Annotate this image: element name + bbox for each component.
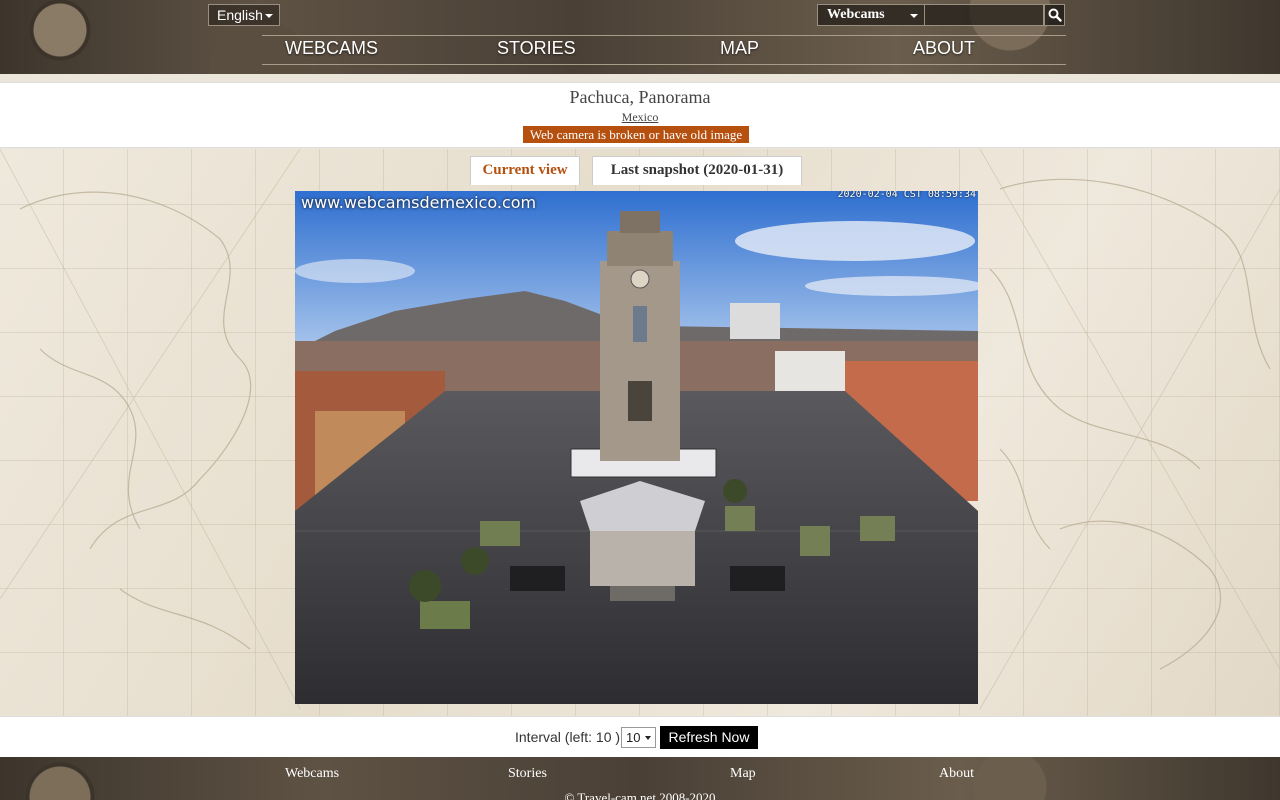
search-type-value: Webcams [827, 7, 885, 22]
tab-current-view[interactable]: Current view [470, 156, 580, 185]
site-footer: Webcams Stories Map About © Travel-cam.n… [0, 757, 1280, 800]
nav-webcams[interactable]: WEBCAMS [285, 38, 378, 59]
interval-select[interactable]: 10 [621, 727, 656, 748]
nav-about[interactable]: ABOUT [913, 38, 975, 59]
chevron-down-icon [645, 736, 651, 740]
interval-select-value: 10 [626, 730, 641, 745]
language-select[interactable]: English [208, 4, 280, 26]
country-link[interactable]: Mexico [0, 110, 1280, 125]
search-button[interactable] [1044, 4, 1065, 26]
refresh-now-button[interactable]: Refresh Now [660, 726, 758, 749]
webcam-timestamp: 2020-02-04 CST 08:59:34 [837, 191, 976, 200]
status-badge: Web camera is broken or have old image [523, 126, 749, 143]
footer-link-map[interactable]: Map [730, 766, 756, 782]
camera-title-bar: Pachuca, Panorama Mexico Web camera is b… [0, 82, 1280, 148]
footer-link-about[interactable]: About [939, 766, 974, 782]
refresh-bar: Interval (left: 10 ) 10 Refresh Now [0, 716, 1280, 757]
footer-link-stories[interactable]: Stories [508, 766, 547, 782]
search-type-select[interactable]: Webcams [817, 4, 925, 26]
chevron-down-icon [910, 14, 918, 18]
site-header: English Webcams WEBCAMS STORIES MAP ABOU… [0, 0, 1280, 74]
interval-label: Interval (left: 10 ) [515, 729, 621, 745]
webcam-image: www.webcamsdemexico.com 2020-02-04 CST 0… [295, 191, 978, 704]
webcam-scene [295, 191, 978, 704]
search-icon [1048, 8, 1062, 22]
webcam-watermark: www.webcamsdemexico.com [301, 193, 537, 212]
page-title: Pachuca, Panorama [569, 87, 711, 107]
copyright-text: © Travel-cam.net 2008-2020 [564, 790, 716, 800]
chevron-down-icon [265, 14, 273, 18]
footer-link-webcams[interactable]: Webcams [285, 766, 339, 782]
tab-last-snapshot[interactable]: Last snapshot (2020-01-31) [592, 156, 802, 185]
main-nav: WEBCAMS STORIES MAP ABOUT [262, 36, 1066, 64]
search-input[interactable] [924, 4, 1044, 26]
language-select-value: English [217, 7, 263, 23]
nav-divider-bottom [262, 64, 1066, 65]
nav-stories[interactable]: STORIES [497, 38, 576, 59]
nav-map[interactable]: MAP [720, 38, 759, 59]
